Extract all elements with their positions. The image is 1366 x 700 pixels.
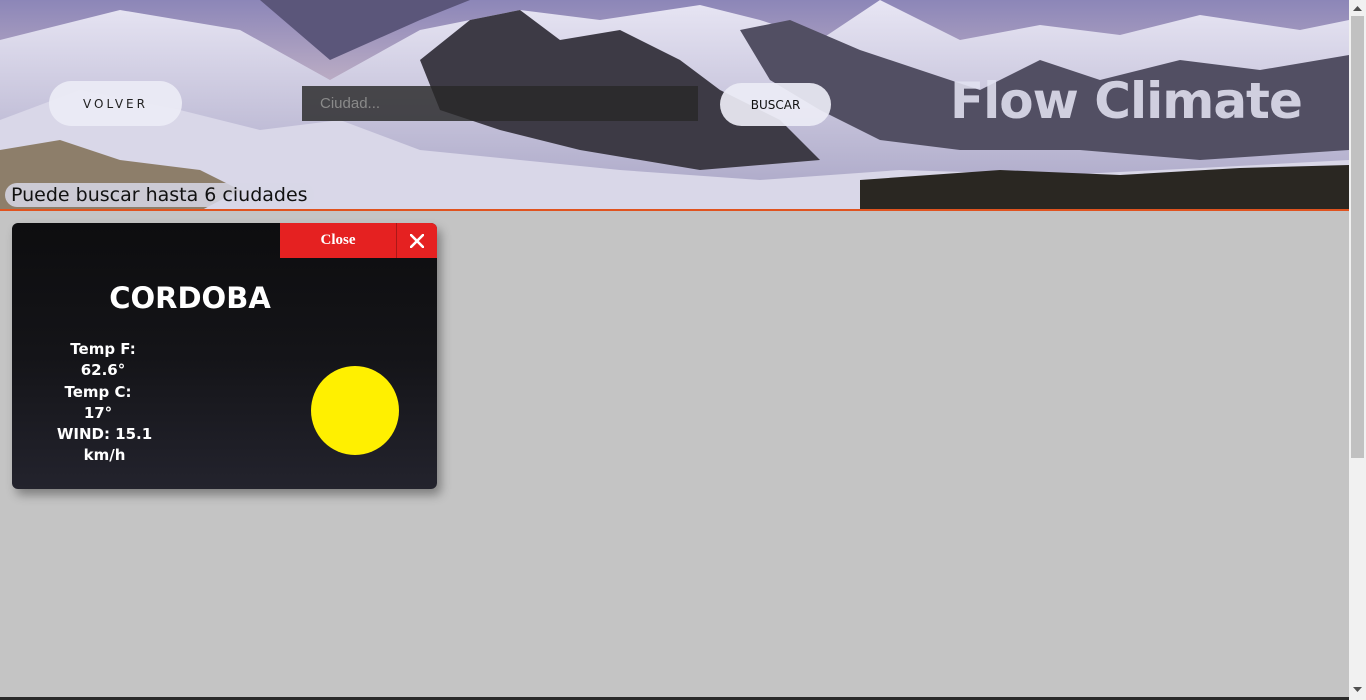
search-button[interactable]: BUSCAR	[720, 83, 831, 126]
close-button[interactable]: Close	[280, 223, 437, 258]
vertical-scrollbar[interactable]	[1349, 0, 1366, 700]
brand-title: Flow Climate	[950, 72, 1303, 130]
back-button[interactable]: VOLVER	[49, 81, 182, 126]
temp-celsius: Temp C: 17°	[64, 383, 132, 422]
sun-icon	[311, 366, 399, 455]
weather-card: Close CORDOBA Temp F: 62.6° Temp C: 17° …	[12, 223, 437, 489]
close-icon[interactable]	[396, 223, 437, 258]
wind-speed-unit: km/h	[83, 446, 126, 464]
hero-header: VOLVER BUSCAR Flow Climate Puede buscar …	[0, 0, 1349, 211]
city-name: CORDOBA	[109, 281, 271, 315]
city-search-input[interactable]	[302, 86, 698, 121]
close-button-label: Close	[320, 232, 356, 248]
search-limit-hint: Puede buscar hasta 6 ciudades	[5, 183, 314, 207]
scroll-down-arrow-icon[interactable]	[1349, 682, 1366, 698]
wind-speed-value: WIND: 15.1	[56, 425, 153, 443]
scroll-up-arrow-icon[interactable]	[1349, 0, 1366, 16]
temp-fahrenheit: Temp F: 62.6°	[70, 340, 136, 379]
scrollbar-thumb[interactable]	[1351, 16, 1364, 458]
wind-speed: WIND: 15.1 km/h	[48, 424, 161, 466]
